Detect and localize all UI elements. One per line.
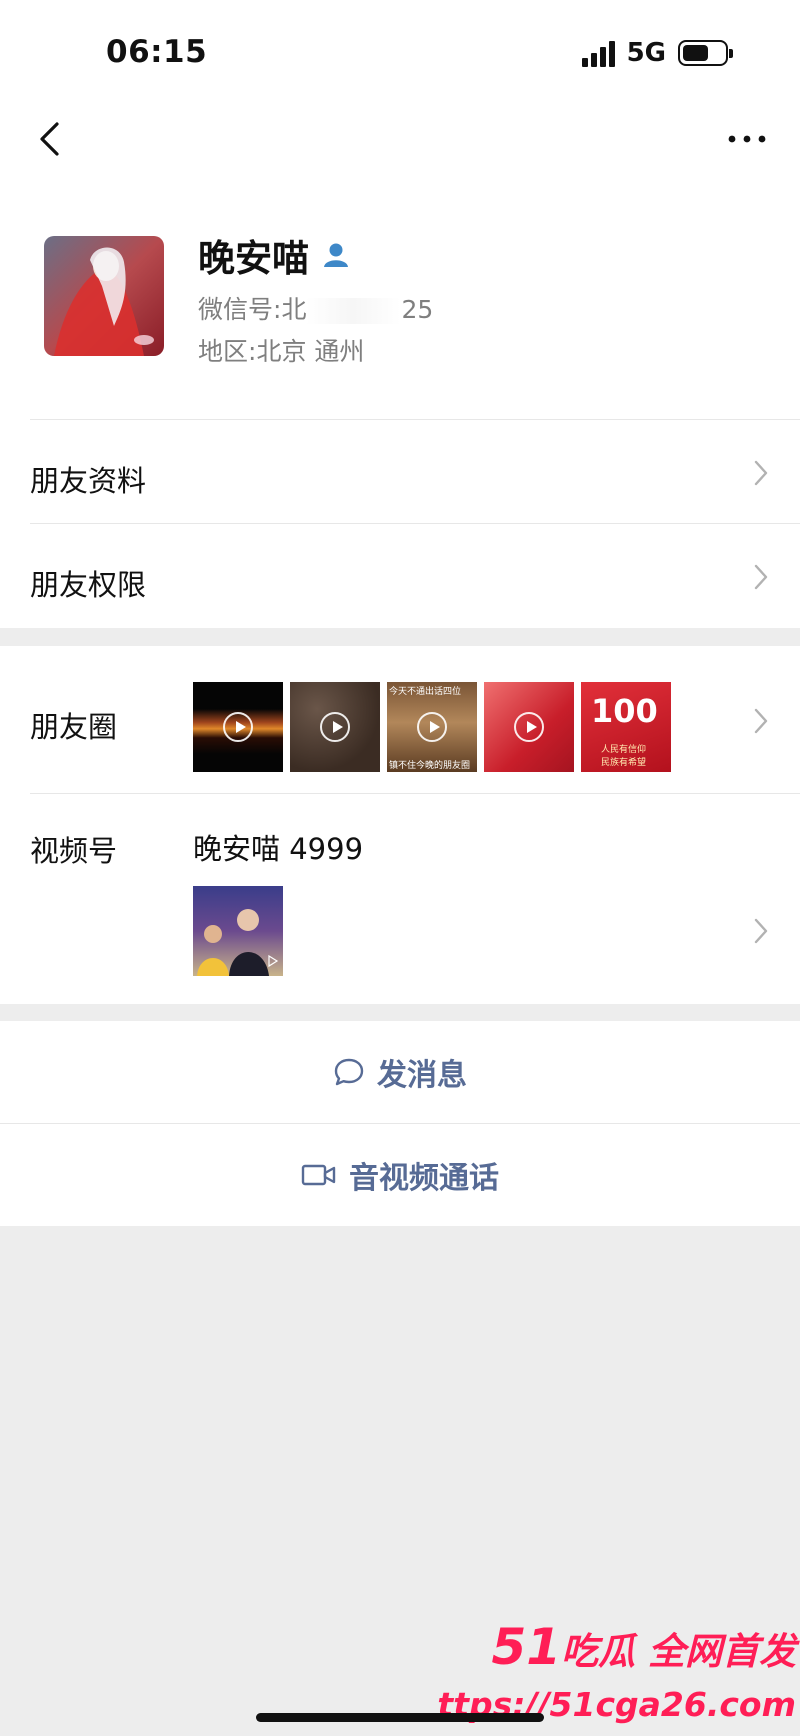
play-icon: [223, 712, 253, 742]
moments-thumbnail[interactable]: 今天不通出话四位 镇不住今晚的朋友圈: [387, 682, 477, 772]
play-icon: [514, 712, 544, 742]
channels-row[interactable]: 视频号 晚安喵 4999: [0, 794, 800, 1004]
avatar-illustration: [44, 236, 164, 356]
audio-video-call-label: 音视频通话: [349, 1161, 499, 1196]
redaction-blur: [306, 298, 402, 324]
moments-label: 朋友圈: [30, 710, 118, 744]
chevron-right-icon: [754, 564, 768, 590]
moments-thumbnail[interactable]: [290, 682, 380, 772]
chevron-right-icon: [754, 460, 768, 486]
chevron-left-icon: [40, 122, 59, 156]
chat-bubble-icon: [334, 1058, 364, 1086]
top-nav: [0, 100, 800, 180]
friend-permissions-label: 朋友权限: [30, 568, 147, 602]
profile-name: 晚安喵: [198, 237, 309, 280]
network-type: 5G: [626, 38, 666, 68]
thumb-number: 100: [591, 692, 658, 730]
profile-card: 晚安喵 微信号:北 25 地区:北京 通州: [0, 180, 800, 420]
thumb-slogan-line1: 人民有信仰: [601, 745, 647, 755]
video-preview: [197, 909, 279, 976]
play-icon: [320, 712, 350, 742]
status-indicators: 5G: [581, 36, 733, 70]
thumb-caption-bottom: 镇不住今晚的朋友圈: [389, 761, 471, 771]
thumb-caption-top: 今天不通出话四位: [389, 687, 462, 697]
audio-video-call-button[interactable]: 音视频通话: [0, 1124, 800, 1226]
moments-row[interactable]: 朋友圈 今天不通出话四位 镇不住今晚的朋友圈 100 人民有信仰 民族有希望: [0, 646, 800, 794]
chevron-right-icon: [754, 708, 768, 734]
more-button[interactable]: [722, 114, 772, 164]
signal-icon: [581, 39, 615, 67]
more-dots-icon: [728, 135, 766, 143]
play-icon: [417, 712, 447, 742]
battery-icon: [678, 40, 733, 66]
friend-info-row[interactable]: 朋友资料: [0, 420, 800, 524]
status-bar: 06:15 5G: [0, 0, 800, 100]
contact-person-icon: [324, 243, 348, 267]
status-time: 06:15: [106, 34, 208, 70]
video-camera-icon: [301, 1164, 336, 1186]
moments-thumbnail[interactable]: 100 人民有信仰 民族有希望: [581, 682, 671, 772]
channels-thumbnail[interactable]: [193, 886, 283, 976]
moments-thumbnail[interactable]: [193, 682, 283, 772]
moments-thumbnail[interactable]: [484, 682, 574, 772]
send-message-button[interactable]: 发消息: [0, 1021, 800, 1123]
friend-permissions-row[interactable]: 朋友权限: [0, 524, 800, 628]
channels-label: 视频号: [30, 834, 118, 868]
watermark-brand: 51吃瓜 全网首发: [491, 1618, 796, 1676]
channels-account-name: 晚安喵 4999: [193, 832, 364, 866]
home-indicator: [256, 1713, 544, 1722]
friend-info-label: 朋友资料: [30, 464, 147, 498]
thumb-slogan-line2: 民族有希望: [601, 758, 647, 768]
back-button[interactable]: [24, 114, 74, 164]
region: 地区:北京 通州: [198, 337, 365, 366]
avatar[interactable]: [44, 236, 164, 356]
send-message-label: 发消息: [377, 1058, 467, 1093]
chevron-right-icon: [754, 918, 768, 944]
name-row: 晚安喵: [198, 228, 351, 282]
wechat-id: 微信号:北 25: [198, 295, 434, 324]
